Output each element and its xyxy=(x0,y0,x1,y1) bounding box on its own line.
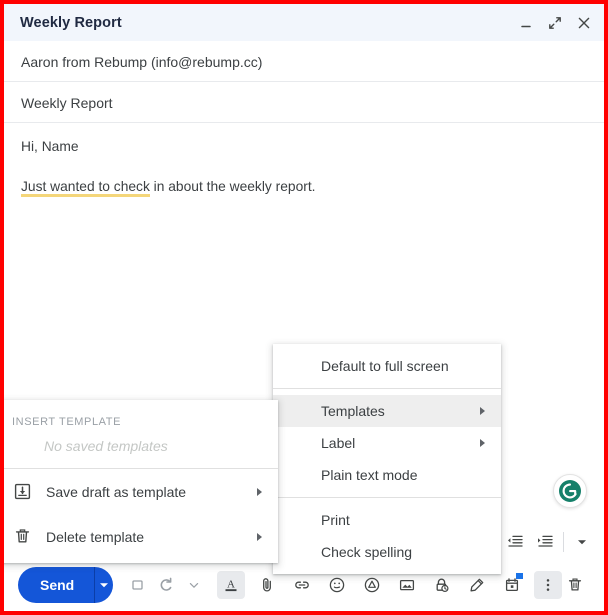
menu-item-label: Templates xyxy=(321,403,385,419)
body-paragraph: Just wanted to check in about the weekly… xyxy=(21,177,587,197)
undo-dropdown-icon[interactable] xyxy=(181,570,207,600)
context-menu: Default to full screen Templates Label P… xyxy=(273,344,501,574)
grammarly-icon[interactable] xyxy=(553,474,587,508)
toolbar-icons: A xyxy=(217,570,562,600)
discard-draft-icon[interactable] xyxy=(562,570,588,600)
menu-item-label: Check spelling xyxy=(321,544,413,560)
more-options-icon[interactable] xyxy=(534,571,562,599)
format-divider xyxy=(563,532,564,552)
send-button[interactable]: Send xyxy=(18,567,94,603)
submenu-item-label: Delete template xyxy=(46,528,145,545)
indent-less-icon[interactable] xyxy=(503,530,527,554)
menu-item-plain-text-mode[interactable]: Plain text mode xyxy=(273,459,501,491)
svg-text:A: A xyxy=(227,579,235,591)
screenshot-root: Weekly Report Aaron from Rebump (info@re xyxy=(0,0,608,615)
schedule-send-icon[interactable] xyxy=(499,570,525,600)
confidential-mode-icon[interactable] xyxy=(429,570,455,600)
menu-item-templates[interactable]: Templates xyxy=(273,395,501,427)
body-greeting: Hi, Name xyxy=(21,139,79,154)
menu-item-label[interactable]: Label xyxy=(273,427,501,459)
compose-title: Weekly Report xyxy=(20,14,122,31)
compose-titlebar: Weekly Report xyxy=(4,4,604,41)
insert-signature-icon[interactable] xyxy=(464,570,490,600)
save-download-icon xyxy=(8,482,36,501)
insert-link-icon[interactable] xyxy=(289,570,315,600)
attach-file-icon[interactable] xyxy=(254,570,280,600)
more-format-icon[interactable] xyxy=(570,530,594,554)
chevron-right-icon xyxy=(479,406,487,416)
submenu-header: INSERT TEMPLATE xyxy=(12,416,122,428)
menu-item-label: Default to full screen xyxy=(321,358,449,374)
recipient-value: Aaron from Rebump (info@rebump.cc) xyxy=(21,53,263,70)
chevron-right-icon xyxy=(256,532,264,542)
menu-separator xyxy=(273,497,501,498)
templates-submenu: INSERT TEMPLATE No saved templates Save … xyxy=(4,400,278,563)
format-indent-strip xyxy=(499,526,598,558)
insert-drive-icon[interactable] xyxy=(359,570,385,600)
chevron-right-icon xyxy=(479,438,487,448)
menu-item-label: Plain text mode xyxy=(321,467,418,483)
undo-redo-group xyxy=(125,570,207,600)
recipient-field[interactable]: Aaron from Rebump (info@rebump.cc) xyxy=(4,42,604,82)
menu-item-default-to-full-screen[interactable]: Default to full screen xyxy=(273,350,501,382)
send-button-group[interactable]: Send xyxy=(18,567,113,603)
send-options-caret[interactable] xyxy=(95,567,113,603)
submenu-empty-state: No saved templates xyxy=(44,438,168,454)
indent-more-icon[interactable] xyxy=(533,530,557,554)
compose-window: Weekly Report Aaron from Rebump (info@re xyxy=(4,4,604,611)
insert-photo-icon[interactable] xyxy=(394,570,420,600)
menu-item-check-spelling[interactable]: Check spelling xyxy=(273,536,501,568)
menu-separator xyxy=(273,388,501,389)
menu-item-label-text: Label xyxy=(321,435,356,451)
trash-icon xyxy=(8,527,36,546)
chevron-right-icon xyxy=(256,487,264,497)
subject-value: Weekly Report xyxy=(21,94,113,111)
menu-item-print[interactable]: Print xyxy=(273,504,501,536)
checkbox-icon[interactable] xyxy=(125,570,151,600)
submenu-item-save-draft-as-template[interactable]: Save draft as template xyxy=(4,469,278,514)
menu-item-label: Print xyxy=(321,512,350,528)
insert-emoji-icon[interactable] xyxy=(324,570,350,600)
minimize-icon[interactable] xyxy=(518,15,534,31)
undo-icon[interactable] xyxy=(153,570,179,600)
submenu-item-label: Save draft as template xyxy=(46,483,187,500)
subject-field[interactable]: Weekly Report xyxy=(4,83,604,123)
close-icon[interactable] xyxy=(576,15,592,31)
body-rest-text: in about the weekly report. xyxy=(149,179,316,194)
grammar-suggestion-text[interactable]: Just wanted to check xyxy=(21,179,150,197)
format-options-icon[interactable]: A xyxy=(217,571,245,599)
expand-icon[interactable] xyxy=(547,15,563,31)
submenu-item-delete-template[interactable]: Delete template xyxy=(4,514,278,559)
window-controls xyxy=(518,15,592,31)
schedule-send-badge xyxy=(516,573,523,579)
